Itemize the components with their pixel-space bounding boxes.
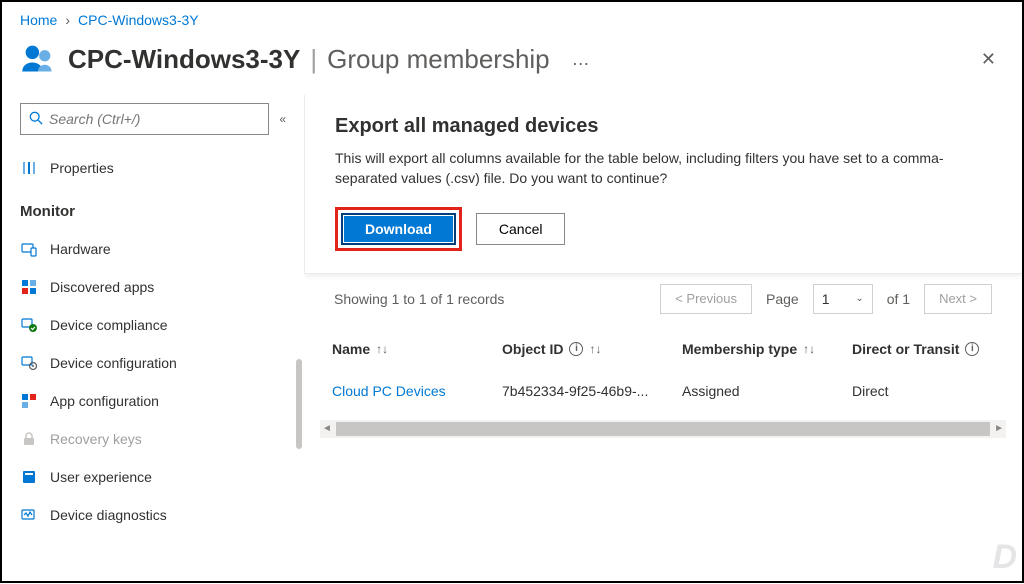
page-header: CPC-Windows3-3Y | Group membership … ✕: [2, 34, 1022, 95]
compliance-icon: [20, 317, 38, 333]
sidebar-item-device-configuration[interactable]: Device configuration: [20, 344, 286, 382]
dialog-title: Export all managed devices: [335, 115, 992, 138]
sidebar-item-label: User experience: [50, 469, 152, 485]
search-input[interactable]: [49, 111, 260, 127]
sidebar: « Properties Monitor Hardware Discovered…: [2, 95, 304, 584]
sliders-icon: [20, 160, 38, 176]
search-input-wrap[interactable]: [20, 103, 269, 135]
col-direct[interactable]: Direct or Transit i: [852, 341, 982, 357]
sidebar-item-label: Recovery keys: [50, 431, 142, 447]
col-name[interactable]: Name ↑↓: [332, 341, 502, 357]
chevron-down-icon: ⌄: [855, 293, 863, 304]
sidebar-item-device-compliance[interactable]: Device compliance: [20, 306, 286, 344]
search-icon: [29, 111, 43, 128]
cancel-button[interactable]: Cancel: [476, 213, 566, 245]
sidebar-item-label: Device compliance: [50, 317, 168, 333]
sidebar-item-user-experience[interactable]: User experience: [20, 458, 286, 496]
pager: Showing 1 to 1 of 1 records < Previous P…: [304, 274, 1022, 324]
more-button[interactable]: …: [562, 49, 602, 70]
highlight-annotation: Download: [335, 207, 462, 251]
scroll-right-icon[interactable]: ►: [994, 423, 1004, 434]
page-label: Page: [766, 291, 799, 307]
lock-icon: [20, 431, 38, 447]
sidebar-item-label: Hardware: [50, 241, 111, 257]
of-label: of 1: [887, 291, 910, 307]
page-title: CPC-Windows3-3Y: [68, 44, 300, 75]
device-icon: [20, 241, 38, 257]
sidebar-item-hardware[interactable]: Hardware: [20, 230, 286, 268]
table-row[interactable]: Cloud PC Devices 7b452334-9f25-46b9-... …: [332, 370, 1006, 412]
breadcrumb: Home › CPC-Windows3-3Y: [2, 2, 1022, 34]
cell-direct: Direct: [852, 383, 982, 399]
section-monitor: Monitor: [20, 203, 286, 220]
main-content: Export all managed devices This will exp…: [304, 95, 1022, 584]
sidebar-item-recovery-keys: Recovery keys: [20, 420, 286, 458]
breadcrumb-home[interactable]: Home: [20, 12, 57, 28]
cell-objectid: 7b452334-9f25-46b9-...: [502, 383, 682, 399]
scroll-left-icon[interactable]: ◄: [322, 423, 332, 434]
close-icon[interactable]: ✕: [973, 45, 1004, 74]
cell-name[interactable]: Cloud PC Devices: [332, 383, 502, 399]
group-icon: [20, 40, 56, 79]
watermark: D: [992, 538, 1016, 577]
book-icon: [20, 469, 38, 485]
page-select[interactable]: 1 ⌄: [813, 284, 873, 314]
sidebar-item-label: Properties: [50, 160, 114, 176]
sidebar-item-label: Device diagnostics: [50, 507, 167, 523]
cell-membership: Assigned: [682, 383, 852, 399]
prev-button[interactable]: < Previous: [660, 284, 752, 314]
info-icon: i: [569, 342, 583, 356]
page-value: 1: [822, 291, 830, 307]
gear-device-icon: [20, 355, 38, 371]
record-summary: Showing 1 to 1 of 1 records: [334, 291, 504, 307]
breadcrumb-sep-icon: ›: [65, 12, 70, 28]
apps-icon: [20, 279, 38, 295]
sidebar-item-label: Discovered apps: [50, 279, 154, 295]
membership-table: Name ↑↓ Object ID i ↑↓ Membership type ↑…: [304, 324, 1022, 412]
collapse-sidebar-icon[interactable]: «: [279, 112, 286, 126]
col-membership[interactable]: Membership type ↑↓: [682, 341, 852, 357]
diagnostics-icon: [20, 507, 38, 523]
sidebar-item-label: App configuration: [50, 393, 159, 409]
sidebar-item-device-diagnostics[interactable]: Device diagnostics: [20, 496, 286, 534]
sort-icon: ↑↓: [803, 342, 815, 356]
dialog-body: This will export all columns available f…: [335, 148, 992, 189]
horizontal-scrollbar[interactable]: ◄ ►: [320, 420, 1006, 438]
sidebar-item-discovered-apps[interactable]: Discovered apps: [20, 268, 286, 306]
sort-icon: ↑↓: [589, 342, 601, 356]
export-dialog: Export all managed devices This will exp…: [304, 95, 1022, 274]
download-button[interactable]: Download: [341, 213, 456, 245]
col-objectid[interactable]: Object ID i ↑↓: [502, 341, 682, 357]
table-header: Name ↑↓ Object ID i ↑↓ Membership type ↑…: [332, 328, 1006, 370]
sidebar-item-properties[interactable]: Properties: [20, 149, 286, 187]
page-subtitle: Group membership: [327, 44, 550, 75]
sidebar-item-label: Device configuration: [50, 355, 177, 371]
info-icon: i: [965, 342, 979, 356]
sidebar-scrollbar[interactable]: [296, 215, 302, 574]
sidebar-item-app-configuration[interactable]: App configuration: [20, 382, 286, 420]
appconfig-icon: [20, 393, 38, 409]
breadcrumb-current[interactable]: CPC-Windows3-3Y: [78, 12, 199, 28]
sort-icon: ↑↓: [376, 342, 388, 356]
next-button[interactable]: Next >: [924, 284, 992, 314]
